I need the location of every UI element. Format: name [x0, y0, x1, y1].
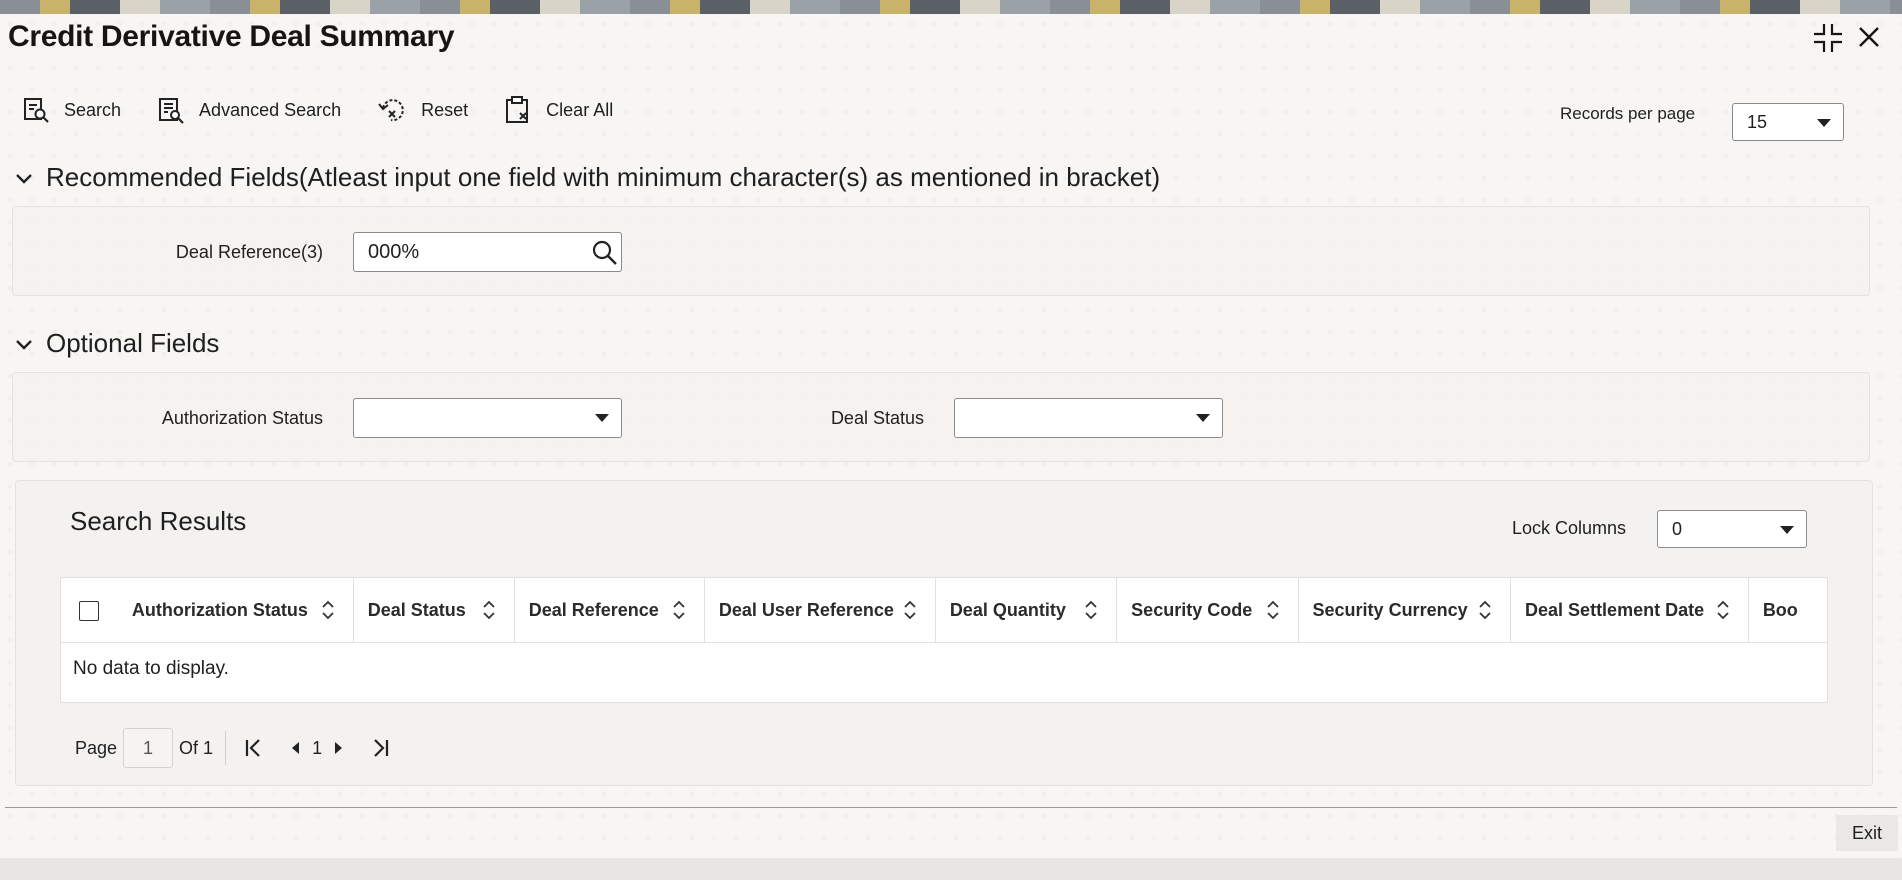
column-header-deal-user-reference[interactable]: Deal User Reference	[705, 578, 936, 643]
previous-page-icon[interactable]	[284, 736, 308, 760]
select-all-cell	[61, 578, 118, 643]
column-header-book[interactable]: Boo	[1749, 578, 1827, 643]
reset-icon	[378, 99, 404, 122]
deal-reference-input[interactable]: 000%	[353, 232, 622, 272]
empty-table-message: No data to display.	[73, 658, 229, 679]
records-per-page-label: Records per page	[1560, 104, 1696, 123]
results-table: Authorization Status Deal Status Deal Re…	[60, 577, 1828, 703]
chevron-down-icon	[1817, 119, 1831, 127]
maximize-icon	[1814, 24, 1842, 52]
records-per-page-value: 15	[1747, 111, 1768, 132]
page-number-value: 1	[143, 737, 154, 758]
column-header-label: Security Code	[1131, 600, 1253, 620]
lock-columns-select[interactable]: 0	[1657, 510, 1807, 548]
advanced-search-icon	[159, 98, 184, 124]
header-banner	[0, 0, 1902, 14]
column-header-label: Deal Status	[367, 600, 466, 620]
chevron-down-icon	[595, 414, 609, 422]
advanced-search-button[interactable]: Advanced Search	[157, 96, 341, 124]
column-header-label: Deal Settlement Date	[1525, 600, 1705, 620]
sort-icon	[1479, 600, 1491, 620]
deal-status-select[interactable]	[954, 398, 1223, 438]
close-button[interactable]	[1854, 22, 1884, 52]
pagination-divider	[225, 731, 227, 765]
clear-all-label: Clear All	[546, 99, 614, 120]
records-per-page-select[interactable]: 15	[1732, 103, 1844, 141]
maximize-button[interactable]	[1812, 22, 1844, 54]
optional-fields-heading: Optional Fields	[46, 328, 220, 358]
sort-icon	[673, 600, 685, 620]
lock-columns-value: 0	[1672, 518, 1683, 539]
column-header-label: Authorization Status	[131, 600, 308, 620]
column-header-deal-quantity[interactable]: Deal Quantity	[936, 578, 1118, 643]
column-header-label: Boo	[1762, 600, 1798, 620]
page-of-label: Of 1	[179, 737, 214, 758]
authorization-status-label: Authorization Status	[161, 408, 323, 428]
column-header-authorization-status[interactable]: Authorization Status	[118, 578, 354, 643]
column-header-label: Security Currency	[1312, 600, 1468, 620]
lock-columns-label: Lock Columns	[1512, 518, 1627, 538]
last-page-icon[interactable]	[368, 736, 392, 760]
reset-button[interactable]: Reset	[377, 96, 468, 124]
page-number-input[interactable]: 1	[123, 728, 174, 768]
table-header-row: Authorization Status Deal Status Deal Re…	[61, 578, 1827, 643]
sort-icon	[483, 600, 495, 620]
next-page-icon[interactable]	[326, 736, 350, 760]
sort-icon	[1085, 600, 1097, 620]
clear-all-button[interactable]: Clear All	[504, 95, 613, 125]
deal-status-label: Deal Status	[830, 408, 924, 428]
current-page-indicator: 1	[312, 737, 323, 758]
clipboard-clear-icon	[506, 96, 529, 123]
page-label: Page	[75, 737, 118, 758]
deal-reference-label: Deal Reference(3)	[175, 242, 323, 262]
pagination: Page 1 Of 1 1	[75, 728, 396, 768]
deal-reference-value: 000%	[368, 240, 420, 263]
chevron-down-icon	[1196, 414, 1210, 422]
column-header-label: Deal Reference	[528, 600, 659, 620]
first-page-icon[interactable]	[242, 736, 266, 760]
sort-icon	[1717, 600, 1729, 620]
select-all-checkbox[interactable]	[79, 600, 99, 621]
column-header-deal-reference[interactable]: Deal Reference	[515, 578, 705, 643]
close-icon	[1859, 27, 1879, 47]
reset-button-label: Reset	[421, 99, 469, 120]
chevron-down-icon	[16, 173, 32, 184]
column-header-label: Deal Quantity	[949, 600, 1066, 620]
sort-icon	[904, 600, 916, 620]
sort-icon	[322, 600, 334, 620]
page-title: Credit Derivative Deal Summary	[8, 20, 455, 53]
optional-fields-toggle[interactable]: Optional Fields	[12, 328, 219, 359]
column-header-label: Deal User Reference	[718, 600, 894, 620]
chevron-down-icon	[1780, 526, 1794, 534]
sort-icon	[1266, 600, 1279, 620]
footer-divider	[5, 807, 1897, 808]
search-results-title: Search Results	[70, 506, 247, 536]
recommended-fields-toggle[interactable]: Recommended Fields(Atleast input one fie…	[12, 162, 1160, 193]
search-form-icon	[24, 98, 49, 123]
advanced-search-label: Advanced Search	[199, 99, 342, 120]
column-header-security-currency[interactable]: Security Currency	[1299, 578, 1512, 643]
exit-button[interactable]: Exit	[1836, 815, 1898, 851]
column-header-security-code[interactable]: Security Code	[1117, 578, 1299, 643]
toolbar: Search Advanced Search Reset Clear All	[22, 90, 649, 130]
column-header-deal-status[interactable]: Deal Status	[354, 578, 515, 643]
search-button[interactable]: Search	[22, 96, 121, 124]
column-header-deal-settlement-date[interactable]: Deal Settlement Date	[1511, 578, 1749, 643]
recommended-fields-heading: Recommended Fields(Atleast input one fie…	[46, 162, 1161, 192]
chevron-down-icon	[16, 339, 32, 350]
footer-bar	[0, 858, 1902, 880]
authorization-status-select[interactable]	[353, 398, 622, 438]
search-icon[interactable]	[591, 239, 619, 267]
search-button-label: Search	[64, 99, 122, 120]
